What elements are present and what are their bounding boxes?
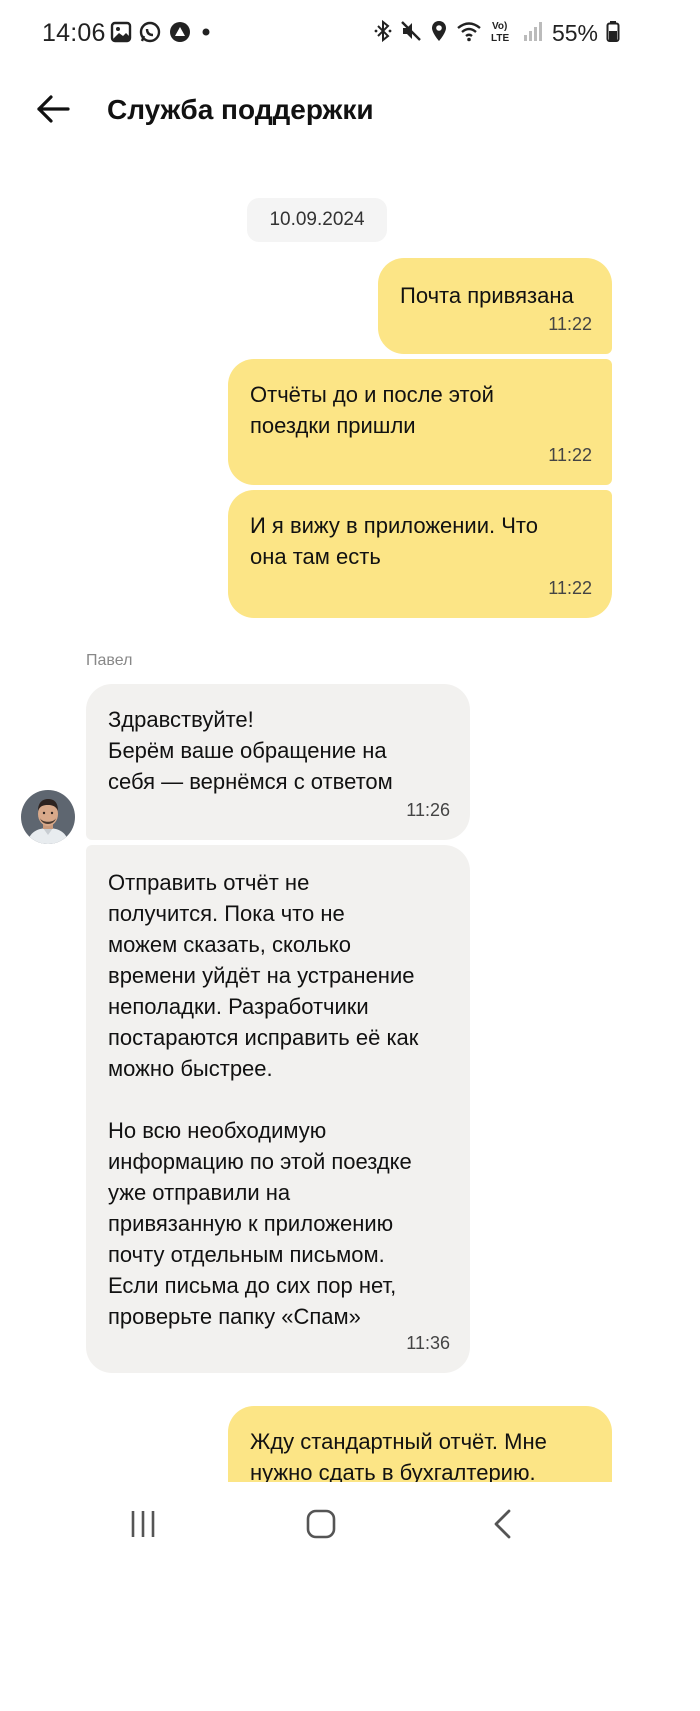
wifi-icon	[456, 19, 482, 48]
message-time: 11:26	[406, 800, 450, 820]
svg-text:LTE: LTE	[491, 33, 509, 44]
outgoing-message[interactable]: Отчёты до и после этой поездки пришли 11…	[228, 359, 612, 485]
back-nav-icon	[491, 1508, 515, 1545]
volte-icon: Vo) LTE	[490, 18, 514, 49]
battery-percent: 55%	[551, 19, 598, 46]
mute-icon	[400, 19, 422, 48]
message-text: Здравствуйте! Берём ваше обращение на се…	[108, 707, 393, 794]
location-icon	[430, 19, 448, 48]
message-text: Жду стандартный отчёт. Мне нужно сдать в…	[250, 1429, 547, 1485]
message-text: Отчёты до и после этой поездки пришли	[250, 382, 494, 438]
message-time: 11:22	[548, 445, 592, 465]
svg-text:Vo): Vo)	[492, 21, 507, 32]
back-nav-button[interactable]	[481, 1504, 525, 1548]
whatsapp-icon	[138, 20, 162, 49]
outgoing-message[interactable]: И я вижу в приложении. Что она там есть …	[228, 490, 612, 618]
message-time: 11:36	[406, 1333, 450, 1353]
message-text: И я вижу в приложении. Что она там есть	[250, 513, 538, 569]
home-icon	[305, 1508, 337, 1545]
recent-apps-button[interactable]	[121, 1504, 165, 1548]
dot-icon	[198, 24, 214, 45]
sender-name: Павел	[86, 652, 133, 669]
chat-header: Служба поддержки	[0, 70, 640, 150]
gallery-icon	[110, 21, 132, 48]
status-bar: 14:06 Vo) LTE 55%	[0, 0, 640, 66]
recent-apps-icon	[128, 1509, 158, 1544]
message-time: 11:22	[548, 314, 592, 334]
app-notification-icon	[168, 20, 192, 49]
message-text: Отправить отчёт не получится. Пока что н…	[108, 870, 419, 1329]
outgoing-message[interactable]: Почта привязана 11:22	[378, 258, 612, 354]
incoming-message[interactable]: Отправить отчёт не получится. Пока что н…	[86, 845, 470, 1373]
home-button[interactable]	[299, 1504, 343, 1548]
date-separator: 10.09.2024	[247, 198, 387, 242]
bluetooth-icon	[374, 19, 392, 48]
arrow-left-icon	[36, 94, 70, 128]
status-right-icons: Vo) LTE 55%	[374, 18, 620, 48]
system-nav-bar	[0, 1482, 640, 1568]
agent-avatar[interactable]	[21, 790, 75, 844]
battery-icon	[606, 19, 620, 48]
message-text: Почта привязана	[400, 283, 574, 308]
signal-icon	[522, 19, 544, 48]
page-title: Служба поддержки	[107, 94, 374, 125]
status-left-icons	[110, 21, 214, 47]
message-time: 11:22	[548, 578, 592, 598]
status-time: 14:06	[42, 19, 106, 47]
back-button[interactable]	[30, 88, 76, 134]
incoming-message[interactable]: Здравствуйте! Берём ваше обращение на се…	[86, 684, 470, 840]
